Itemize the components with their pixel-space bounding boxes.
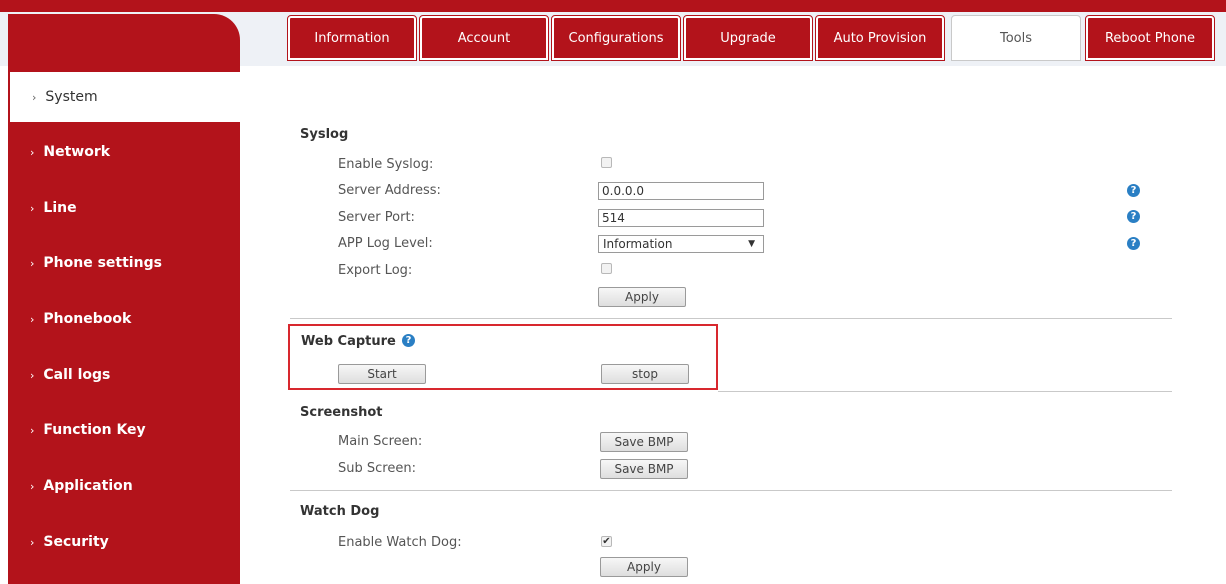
sidebar-item-phonebook[interactable]: › Phonebook	[8, 294, 240, 344]
sidebar-item-function-key[interactable]: › Function Key	[8, 405, 240, 455]
chevron-right-icon: ›	[30, 145, 35, 159]
app-log-level-select[interactable]: Information ▼	[598, 235, 764, 253]
syslog-title: Syslog	[300, 127, 349, 142]
sidebar: › System › Network › Line › Phone settin…	[8, 66, 240, 584]
help-icon[interactable]: ?	[1127, 237, 1140, 250]
watch-dog-title: Watch Dog	[300, 504, 380, 519]
chevron-right-icon: ›	[30, 479, 35, 493]
watch-dog-apply-button[interactable]: Apply	[600, 557, 688, 577]
sidebar-item-label: Network	[43, 144, 111, 160]
server-port-label: Server Port:	[338, 210, 415, 225]
sidebar-item-call-logs[interactable]: › Call logs	[8, 350, 240, 400]
sidebar-header	[8, 14, 240, 70]
tab-upgrade[interactable]: Upgrade	[683, 15, 813, 61]
sidebar-item-application[interactable]: › Application	[8, 461, 240, 511]
web-capture-highlight-box	[288, 324, 718, 390]
sidebar-item-label: Line	[43, 200, 77, 216]
sidebar-item-label: Security	[43, 534, 109, 550]
chevron-right-icon: ›	[30, 201, 35, 215]
sub-screen-label: Sub Screen:	[338, 461, 416, 476]
chevron-right-icon: ›	[30, 368, 35, 382]
syslog-apply-button[interactable]: Apply	[598, 287, 686, 307]
enable-syslog-label: Enable Syslog:	[338, 157, 434, 172]
sub-screen-save-bmp-button[interactable]: Save BMP	[600, 459, 688, 479]
enable-watch-dog-checkbox[interactable]: ✔	[601, 536, 612, 547]
top-red-band	[0, 0, 1226, 12]
tab-reboot-phone[interactable]: Reboot Phone	[1085, 15, 1215, 61]
tab-account[interactable]: Account	[419, 15, 549, 61]
tab-information[interactable]: Information	[287, 15, 417, 61]
sidebar-item-line[interactable]: › Line	[8, 183, 240, 233]
chevron-down-icon: ▼	[748, 239, 755, 249]
sidebar-item-label: Call logs	[43, 367, 111, 383]
sidebar-item-network[interactable]: › Network	[8, 127, 240, 177]
chevron-right-icon: ›	[30, 535, 35, 549]
app-log-level-value: Information	[603, 237, 673, 251]
server-port-input[interactable]: 514	[598, 209, 764, 227]
enable-syslog-checkbox[interactable]	[601, 157, 612, 168]
server-address-input[interactable]: 0.0.0.0	[598, 182, 764, 200]
section-divider	[290, 490, 1172, 491]
main-screen-save-bmp-button[interactable]: Save BMP	[600, 432, 688, 452]
sidebar-item-label: Function Key	[43, 422, 146, 438]
help-icon[interactable]: ?	[1127, 184, 1140, 197]
export-log-label: Export Log:	[338, 263, 413, 278]
chevron-right-icon: ›	[30, 256, 35, 270]
tab-configurations[interactable]: Configurations	[551, 15, 681, 61]
app-log-level-label: APP Log Level:	[338, 236, 433, 251]
main-screen-label: Main Screen:	[338, 434, 423, 449]
screenshot-title: Screenshot	[300, 405, 383, 420]
sidebar-item-phone-settings[interactable]: › Phone settings	[8, 238, 240, 288]
sidebar-item-security[interactable]: › Security	[8, 517, 240, 567]
chevron-right-icon: ›	[32, 90, 37, 104]
sidebar-item-label: Phone settings	[43, 255, 162, 271]
section-divider	[718, 391, 1172, 392]
tab-auto-provision[interactable]: Auto Provision	[815, 15, 945, 61]
sidebar-item-label: Application	[43, 478, 133, 494]
export-log-checkbox[interactable]	[601, 263, 612, 274]
enable-watch-dog-label: Enable Watch Dog:	[338, 535, 462, 550]
sidebar-item-system[interactable]: › System	[10, 72, 240, 122]
tab-tools[interactable]: Tools	[951, 15, 1081, 61]
help-icon[interactable]: ?	[1127, 210, 1140, 223]
chevron-right-icon: ›	[30, 423, 35, 437]
sidebar-item-label: System	[45, 89, 98, 105]
sidebar-item-label: Phonebook	[43, 311, 132, 327]
server-address-label: Server Address:	[338, 183, 441, 198]
chevron-right-icon: ›	[30, 312, 35, 326]
section-divider	[290, 318, 1172, 319]
